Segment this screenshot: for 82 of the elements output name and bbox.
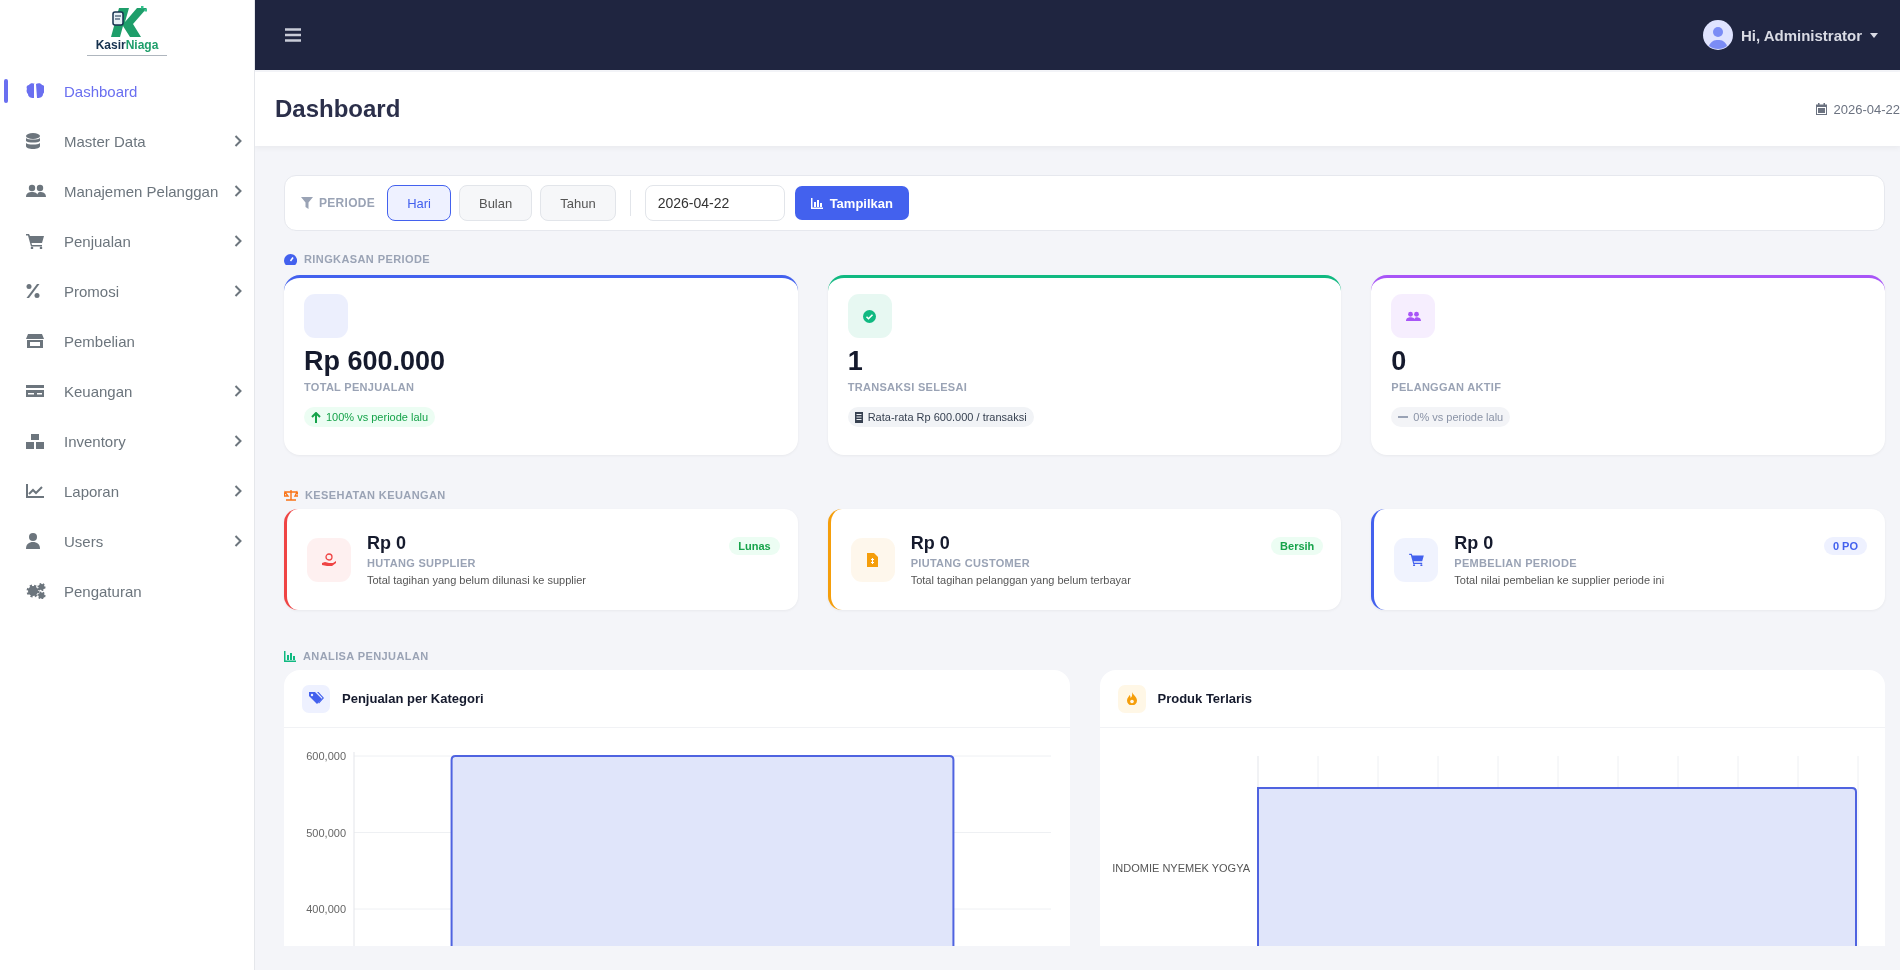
sidebar-item[interactable]: Manajemen Pelanggan xyxy=(0,166,254,216)
menu-button[interactable] xyxy=(285,28,301,42)
finance-label: PEMBELIAN PERIODE xyxy=(1454,557,1578,569)
logo-text: KasirNiaga xyxy=(95,38,159,52)
finance-description: Total tagihan pelanggan yang belum terbayar xyxy=(910,574,1132,586)
sidebar-item[interactable]: Pengaturan xyxy=(0,566,254,616)
comparison-badge: 0% vs periode lalu xyxy=(1391,407,1511,427)
brain-icon xyxy=(26,83,44,99)
sidebar-item[interactable]: Inventory xyxy=(0,416,254,466)
calendar-icon xyxy=(1815,103,1827,115)
store-icon xyxy=(26,334,44,348)
bar-chart-icon xyxy=(810,197,823,209)
cart-icon xyxy=(1408,553,1424,566)
bar-chart-icon xyxy=(284,650,296,662)
avatar-icon xyxy=(1702,20,1733,50)
sidebar-item[interactable]: Promosi xyxy=(0,266,254,316)
comparison-badge: Rata-rata Rp 600.000 / transaksi xyxy=(847,407,1034,427)
gauge-icon xyxy=(284,253,297,265)
users-icon xyxy=(1405,310,1421,322)
stat-label: PELANGGAN AKTIF xyxy=(1391,381,1503,393)
cart-icon xyxy=(26,233,44,249)
dash-icon xyxy=(1398,416,1409,418)
database-icon xyxy=(26,133,40,149)
sidebar-item[interactable]: Dashboard xyxy=(0,66,254,116)
chart-title: Produk Terlaris xyxy=(1157,691,1252,706)
stat-label: TOTAL PENJUALAN xyxy=(304,381,416,393)
sidebar-item[interactable]: Pembelian xyxy=(0,316,254,366)
percent-icon xyxy=(26,283,40,299)
product-label: INDOMIE NYEMEK YOGYA xyxy=(1111,862,1250,874)
amount-value: Rp 0 xyxy=(910,533,951,554)
receipt-icon xyxy=(854,411,863,423)
scale-icon xyxy=(284,489,298,501)
sidebar-item[interactable]: Users xyxy=(0,516,254,566)
show-button[interactable]: Tampilkan xyxy=(794,186,909,220)
tick-label: 500,000 xyxy=(306,826,346,839)
chart-title: Penjualan per Kategori xyxy=(342,691,484,706)
stat-value: 1 xyxy=(847,345,864,377)
hand-coin-icon xyxy=(322,552,336,567)
finance-label: PIUTANG CUSTOMER xyxy=(910,557,1031,569)
section-title: RINGKASAN PERIODE xyxy=(304,253,430,265)
period-tab[interactable]: Hari xyxy=(387,185,451,221)
amount-value: Rp 0 xyxy=(1454,533,1495,554)
page-title: Dashboard xyxy=(275,95,401,123)
invoice-icon xyxy=(867,552,879,567)
period-tab[interactable]: Tahun xyxy=(540,185,616,221)
users-icon xyxy=(26,184,46,198)
gears-icon xyxy=(26,583,46,599)
date-field[interactable]: 2026-04-22 xyxy=(644,185,785,221)
user-menu[interactable]: Hi, Administrator xyxy=(1702,20,1878,50)
finance-label: HUTANG SUPPLIER xyxy=(367,557,477,569)
boxes-icon xyxy=(26,433,44,449)
period-tab[interactable]: Bulan xyxy=(458,185,533,221)
tick-label: 600,000 xyxy=(306,750,346,762)
amount-value: Rp 0 xyxy=(367,533,407,554)
fire-icon xyxy=(1126,692,1137,705)
menu-icon xyxy=(285,28,301,42)
filter-label: PERIODE xyxy=(319,196,376,210)
comparison-badge: 100% vs periode lalu xyxy=(304,407,436,427)
check-circle-icon xyxy=(863,309,877,323)
status-badge: Bersih xyxy=(1271,537,1324,555)
status-badge: Lunas xyxy=(729,537,780,555)
chart-line-icon xyxy=(26,484,44,498)
filter-icon xyxy=(301,197,313,209)
sidebar-item[interactable]: Penjualan xyxy=(0,216,254,266)
header-date: 2026-04-22 xyxy=(1833,101,1900,117)
sidebar-item[interactable]: Laporan xyxy=(0,466,254,516)
finance-description: Total tagihan yang belum dilunasi ke supplier xyxy=(367,574,587,586)
sidebar-item[interactable]: Keuangan xyxy=(0,366,254,416)
arrow-up-icon xyxy=(311,411,321,423)
stat-value: 0 xyxy=(1391,345,1408,377)
section-title: KESEHATAN KEUANGAN xyxy=(305,489,446,501)
stat-label: TRANSAKSI SELESAI xyxy=(847,381,969,393)
section-title: ANALISA PENJUALAN xyxy=(303,650,429,662)
tags-icon xyxy=(308,692,324,705)
user-icon xyxy=(26,533,40,549)
sidebar-item[interactable]: Master Data xyxy=(0,116,254,166)
stat-value: Rp 600.000 xyxy=(304,345,447,377)
credit-card-icon xyxy=(26,384,44,398)
finance-description: Total nilai pembelian ke supplier periode ini xyxy=(1454,574,1666,586)
status-badge: 0 PO xyxy=(1823,537,1867,555)
tick-label: 400,000 xyxy=(306,903,346,915)
caret-icon xyxy=(1870,32,1878,38)
